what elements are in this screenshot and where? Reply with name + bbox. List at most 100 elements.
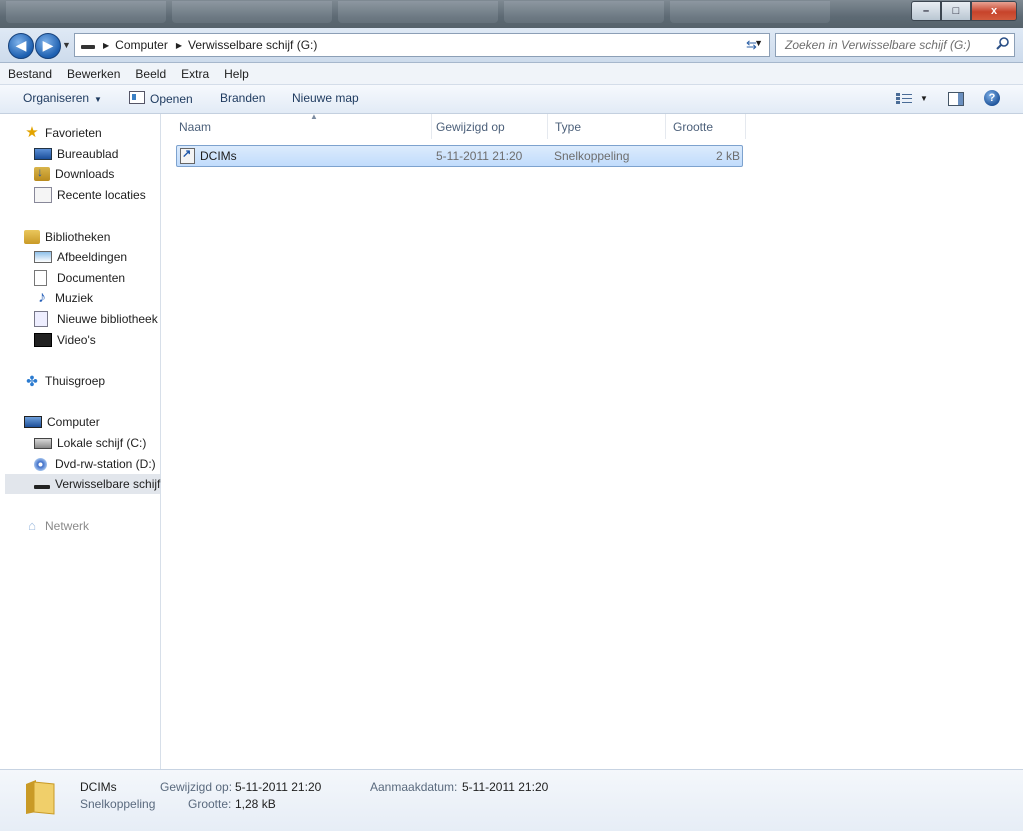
organize-button[interactable]: Organiseren ▼ xyxy=(23,91,102,105)
nav-music[interactable]: ♪ Muziek xyxy=(34,288,93,308)
background-tab xyxy=(6,1,166,23)
nav-network[interactable]: ⌂ Netwerk xyxy=(24,516,89,536)
view-options-icon[interactable] xyxy=(896,93,912,104)
file-modified: 5-11-2011 21:20 xyxy=(436,149,523,163)
nav-local-disk[interactable]: Lokale schijf (C:) xyxy=(34,433,146,453)
search-input[interactable]: Zoeken in Verwisselbare schijf (G:) xyxy=(775,33,1015,57)
nav-label: Lokale schijf (C:) xyxy=(57,436,147,450)
explorer-window: – □ x ◀ ▶ ▼ ▶ Computer ▶ Verwisselbare s… xyxy=(0,0,1023,831)
details-pane: DCIMs Snelkoppeling Gewijzigd op: 5-11-2… xyxy=(0,769,1023,831)
shortcut-icon xyxy=(180,147,195,164)
preview-pane-icon[interactable] xyxy=(948,92,964,106)
menu-help[interactable]: Help xyxy=(224,67,249,81)
nav-downloads[interactable]: Downloads xyxy=(34,164,114,184)
breadcrumb-computer[interactable]: Computer xyxy=(115,38,168,52)
pictures-icon xyxy=(34,251,52,263)
nav-label: Muziek xyxy=(55,291,94,305)
details-modified-label: Gewijzigd op: xyxy=(160,780,233,794)
homegroup-icon: ✤ xyxy=(26,373,38,389)
network-icon: ⌂ xyxy=(28,518,36,533)
open-label: Openen xyxy=(150,92,193,106)
details-created-label: Aanmaakdatum: xyxy=(370,780,458,794)
removable-drive-icon xyxy=(81,45,95,49)
address-bar-area: ◀ ▶ ▼ ▶ Computer ▶ Verwisselbare schijf … xyxy=(0,28,1023,63)
burn-button[interactable]: Branden xyxy=(220,91,265,105)
nav-label: Verwisselbare schijf xyxy=(55,477,161,491)
removable-drive-icon xyxy=(34,485,50,489)
new-folder-button[interactable]: Nieuwe map xyxy=(292,91,359,105)
file-name: DCIMs xyxy=(200,149,237,163)
window-controls: – □ x xyxy=(911,1,1017,21)
command-bar: Organiseren ▼ Openen Branden Nieuwe map ▼… xyxy=(0,85,1023,114)
folder-icon xyxy=(26,780,55,815)
view-dropdown-icon[interactable]: ▼ xyxy=(920,94,928,103)
back-button[interactable]: ◀ xyxy=(8,33,34,59)
music-note-icon: ♪ xyxy=(38,289,46,306)
search-icon[interactable] xyxy=(996,36,1010,50)
details-file-type: Snelkoppeling xyxy=(80,797,156,811)
menu-view[interactable]: Beeld xyxy=(135,67,166,81)
nav-new-library[interactable]: Nieuwe bibliotheek xyxy=(34,309,158,329)
dvd-drive-icon xyxy=(34,457,47,471)
recent-places-icon xyxy=(34,187,52,203)
details-file-name: DCIMs xyxy=(80,780,117,794)
column-header-name[interactable]: Naam ▲ xyxy=(172,112,432,139)
column-header-type[interactable]: Type xyxy=(548,114,666,139)
menu-edit[interactable]: Bewerken xyxy=(67,67,120,81)
downloads-folder-icon xyxy=(34,165,50,181)
open-button[interactable]: Openen xyxy=(129,91,193,106)
desktop-icon xyxy=(34,148,52,160)
nav-homegroup[interactable]: ✤ Thuisgroep xyxy=(24,371,105,391)
nav-dvd-drive[interactable]: Dvd-rw-station (D:) xyxy=(34,454,156,474)
nav-pictures[interactable]: Afbeeldingen xyxy=(34,247,127,267)
star-icon: ★ xyxy=(25,124,39,141)
help-icon[interactable]: ? xyxy=(984,90,1000,106)
libraries-icon xyxy=(24,230,40,244)
sort-ascending-icon: ▲ xyxy=(310,112,318,121)
background-tab xyxy=(504,1,664,23)
search-placeholder: Zoeken in Verwisselbare schijf (G:) xyxy=(785,38,971,52)
chevron-down-icon: ▼ xyxy=(94,95,102,104)
details-created-value: 5-11-2011 21:20 xyxy=(462,780,549,794)
nav-documents[interactable]: Documenten xyxy=(34,268,125,288)
nav-label: Afbeeldingen xyxy=(57,250,128,264)
nav-computer[interactable]: Computer xyxy=(24,412,100,432)
column-header-modified[interactable]: Gewijzigd op xyxy=(429,114,548,139)
column-header-size[interactable]: Grootte xyxy=(666,114,746,139)
maximize-button[interactable]: □ xyxy=(941,1,971,21)
nav-label: Thuisgroep xyxy=(45,374,106,388)
details-size-label: Grootte: xyxy=(188,797,232,811)
address-field[interactable]: ▶ Computer ▶ Verwisselbare schijf (G:) ▼ xyxy=(74,33,770,57)
nav-removable-drive[interactable]: Verwisselbare schijf xyxy=(5,474,160,494)
breadcrumb-arrow-icon[interactable]: ▶ xyxy=(103,41,109,50)
forward-button[interactable]: ▶ xyxy=(35,33,61,59)
table-row[interactable]: DCIMs 5-11-2011 21:20 Snelkoppeling 2 kB xyxy=(176,145,743,167)
background-tab xyxy=(338,1,498,23)
navigation-pane: ★ Favorieten Bureaublad Downloads Recente… xyxy=(0,114,161,769)
computer-icon xyxy=(24,416,42,428)
breadcrumb-current-drive[interactable]: Verwisselbare schijf (G:) xyxy=(188,38,317,52)
refresh-icon[interactable]: ⇆ xyxy=(746,37,757,53)
nav-label: Video's xyxy=(57,333,96,347)
close-button[interactable]: x xyxy=(971,1,1017,21)
nav-libraries[interactable]: Bibliotheken xyxy=(24,227,110,247)
breadcrumb-arrow-icon[interactable]: ▶ xyxy=(176,41,182,50)
nav-label: Nieuwe bibliotheek xyxy=(57,312,158,326)
recent-pages-dropdown-icon[interactable]: ▼ xyxy=(62,40,71,50)
nav-desktop[interactable]: Bureaublad xyxy=(34,144,118,164)
minimize-button[interactable]: – xyxy=(911,1,941,21)
nav-label: Favorieten xyxy=(45,126,102,140)
column-label: Naam xyxy=(179,119,212,134)
menu-file[interactable]: Bestand xyxy=(8,67,52,81)
open-icon xyxy=(129,91,145,104)
details-size-value: 1,28 kB xyxy=(235,797,276,811)
nav-recent-places[interactable]: Recente locaties xyxy=(34,185,146,205)
nav-videos[interactable]: Video's xyxy=(34,330,96,350)
nav-label: Netwerk xyxy=(45,519,90,533)
background-tab xyxy=(172,1,332,23)
nav-favorites[interactable]: ★ Favorieten xyxy=(24,123,102,143)
column-label: Grootte xyxy=(673,119,714,134)
menu-tools[interactable]: Extra xyxy=(181,67,209,81)
documents-icon xyxy=(34,270,47,286)
details-modified-value: 5-11-2011 21:20 xyxy=(235,780,322,794)
